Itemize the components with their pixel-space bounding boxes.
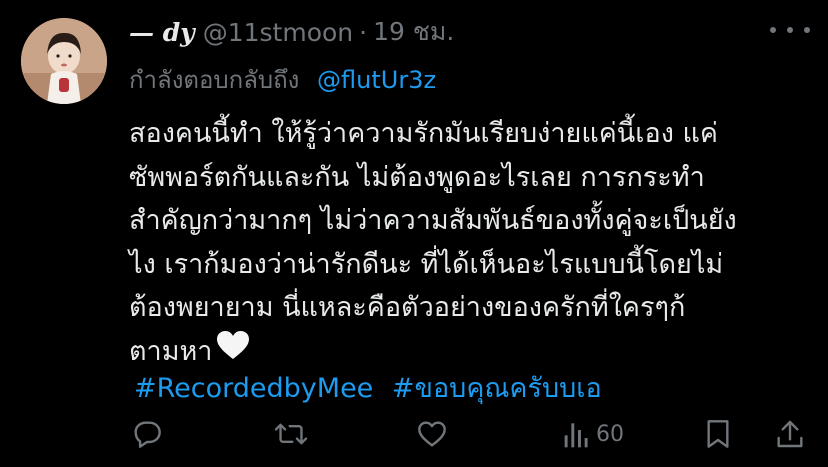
dot bbox=[787, 27, 793, 33]
retweet-button[interactable] bbox=[274, 418, 308, 450]
dot bbox=[770, 27, 776, 33]
tweet-body: สองคนนี้ทำ ให้รู้ว่าความรักมันเรียบง่ายแ… bbox=[129, 112, 809, 374]
like-button[interactable] bbox=[415, 418, 449, 450]
views-button[interactable]: 60 bbox=[562, 418, 624, 450]
reply-prefix: กำลังตอบกลับถึง bbox=[129, 66, 300, 94]
user-handle[interactable]: @11stmoon bbox=[203, 18, 353, 47]
reply-context: กำลังตอบกลับถึง @flutUr3z bbox=[129, 60, 436, 99]
tweet-text-line: สองคนนี้ทำ ให้รู้ว่าความรักมันเรียบง่ายแ… bbox=[129, 118, 718, 149]
display-name[interactable]: — dy bbox=[129, 18, 195, 47]
dot bbox=[804, 27, 810, 33]
views-bar-chart-icon bbox=[564, 423, 588, 448]
hashtags: #RecordedbyMee #ขอบคุณครับบเอ bbox=[134, 366, 612, 409]
more-dots-icon[interactable] bbox=[770, 20, 810, 40]
share-icon bbox=[777, 420, 803, 448]
tweet-text-line: ไง เราก้มองว่าน่ารักดีนะ ที่ได้เห็นอะไรแ… bbox=[129, 248, 724, 280]
hashtag-link[interactable]: #RecordedbyMee bbox=[134, 373, 373, 404]
tweet-text-line: ต้องพยายาม นี่แหละคือตัวอย่างของครักที่ใ… bbox=[129, 292, 686, 323]
timestamp[interactable]: 19 ชม. bbox=[373, 12, 454, 52]
tweet-text-line: สำคัญกว่ามากๆ ไม่ว่าความสัมพันธ์ของทั้งค… bbox=[129, 205, 737, 236]
hashtag-link[interactable]: #ขอบคุณครับบเอ bbox=[392, 373, 602, 404]
tweet-header: — dy @11stmoon · 19 ชม. bbox=[129, 14, 454, 50]
views-count: 60 bbox=[596, 421, 624, 447]
separator-dot: · bbox=[359, 17, 368, 47]
bookmark-button[interactable] bbox=[704, 418, 732, 450]
avatar[interactable] bbox=[21, 18, 107, 104]
avatar-image bbox=[21, 18, 107, 104]
tweet-actions: 60 bbox=[0, 412, 828, 456]
reply-mention-link[interactable]: @flutUr3z bbox=[317, 66, 436, 94]
share-button[interactable] bbox=[775, 418, 805, 450]
reply-icon bbox=[134, 421, 161, 448]
tweet-text-fragment: ตามหา bbox=[129, 335, 213, 367]
tweet-text-line: ซัพพอร์ตกันและกัน ไม่ต้องพูดอะไรเลย การก… bbox=[129, 161, 705, 193]
bookmark-icon bbox=[707, 420, 729, 448]
reply-button[interactable] bbox=[131, 418, 163, 450]
heart-outline-icon bbox=[418, 421, 446, 447]
retweet-icon bbox=[274, 423, 308, 445]
